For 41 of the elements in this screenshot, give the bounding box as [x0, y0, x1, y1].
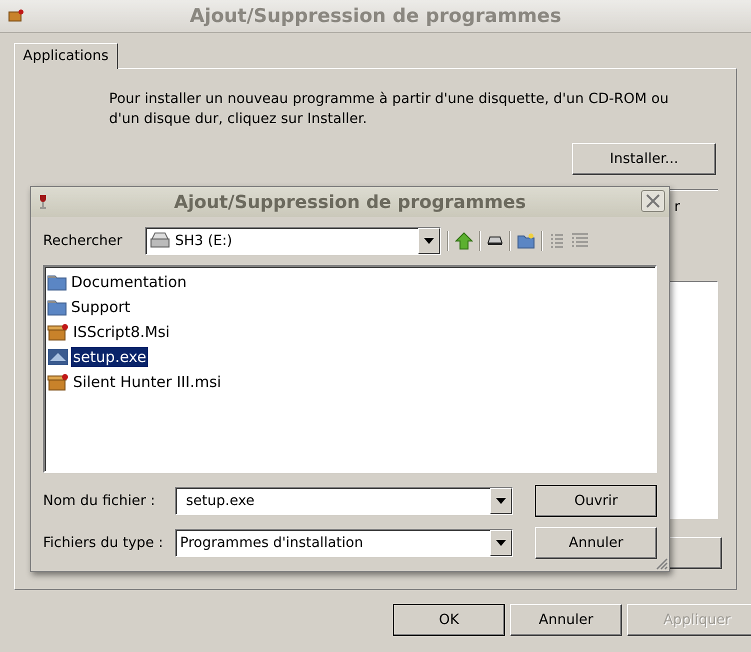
- file-type-label: Fichiers du type :: [43, 535, 164, 551]
- resize-grip-icon[interactable]: [656, 558, 668, 570]
- instruction-text: Pour installer un nouveau programme à partir d'une disquette, d'un CD-ROM ou d'un disque dur, cliquez sur Installer.: [109, 90, 670, 129]
- file-type-dropdown[interactable]: Programmes d'installation: [175, 529, 513, 557]
- text-fragment: r: [674, 199, 680, 215]
- package-icon: [8, 8, 24, 22]
- file-item[interactable]: setup.exe: [71, 346, 148, 366]
- tab[interactable]: Applications: [14, 43, 118, 69]
- folder-icon: [47, 298, 67, 316]
- wine-glass-icon: [39, 195, 47, 209]
- folder-icon: [47, 272, 67, 290]
- open-button[interactable]: Ouvrir: [535, 485, 657, 517]
- filename-label: Nom du fichier :: [43, 493, 156, 509]
- dropdown-arrow-icon: [424, 238, 434, 244]
- new-folder-icon[interactable]: [517, 233, 535, 249]
- look-in-label: Rechercher: [43, 233, 124, 249]
- details-view-icon[interactable]: [571, 233, 589, 249]
- dialog-title: Ajout/Suppression de programmes: [174, 192, 526, 212]
- dropdown-arrow-icon: [496, 540, 506, 546]
- program-icon: [47, 348, 69, 366]
- dropdown-button[interactable]: [490, 530, 512, 556]
- close-button[interactable]: [641, 190, 665, 212]
- package-icon: [47, 372, 69, 390]
- file-item[interactable]: Silent Hunter III.msi: [71, 372, 224, 392]
- dropdown-button[interactable]: [418, 228, 440, 254]
- file-item[interactable]: Support: [69, 296, 132, 316]
- dropdown-arrow-icon: [496, 498, 506, 504]
- look-in-dropdown[interactable]: SH3 (E:): [145, 227, 441, 255]
- file-item[interactable]: ISScript8.Msi: [71, 322, 172, 342]
- filename-field[interactable]: setup.exe: [175, 487, 513, 515]
- list-view-icon[interactable]: [549, 233, 565, 249]
- install-button[interactable]: Installer...: [572, 143, 716, 175]
- up-arrow-icon[interactable]: [455, 232, 473, 250]
- dropdown-button[interactable]: [490, 488, 512, 514]
- dialog-button[interactable]: OK: [393, 604, 505, 636]
- window-title: Ajout/Suppression de programmes: [190, 5, 562, 27]
- cancel-button[interactable]: Annuler: [535, 527, 657, 559]
- package-icon: [47, 322, 69, 340]
- file-item[interactable]: Documentation: [69, 272, 189, 292]
- desktop-icon[interactable]: [487, 236, 503, 246]
- dialog-button[interactable]: Annuler: [510, 604, 622, 636]
